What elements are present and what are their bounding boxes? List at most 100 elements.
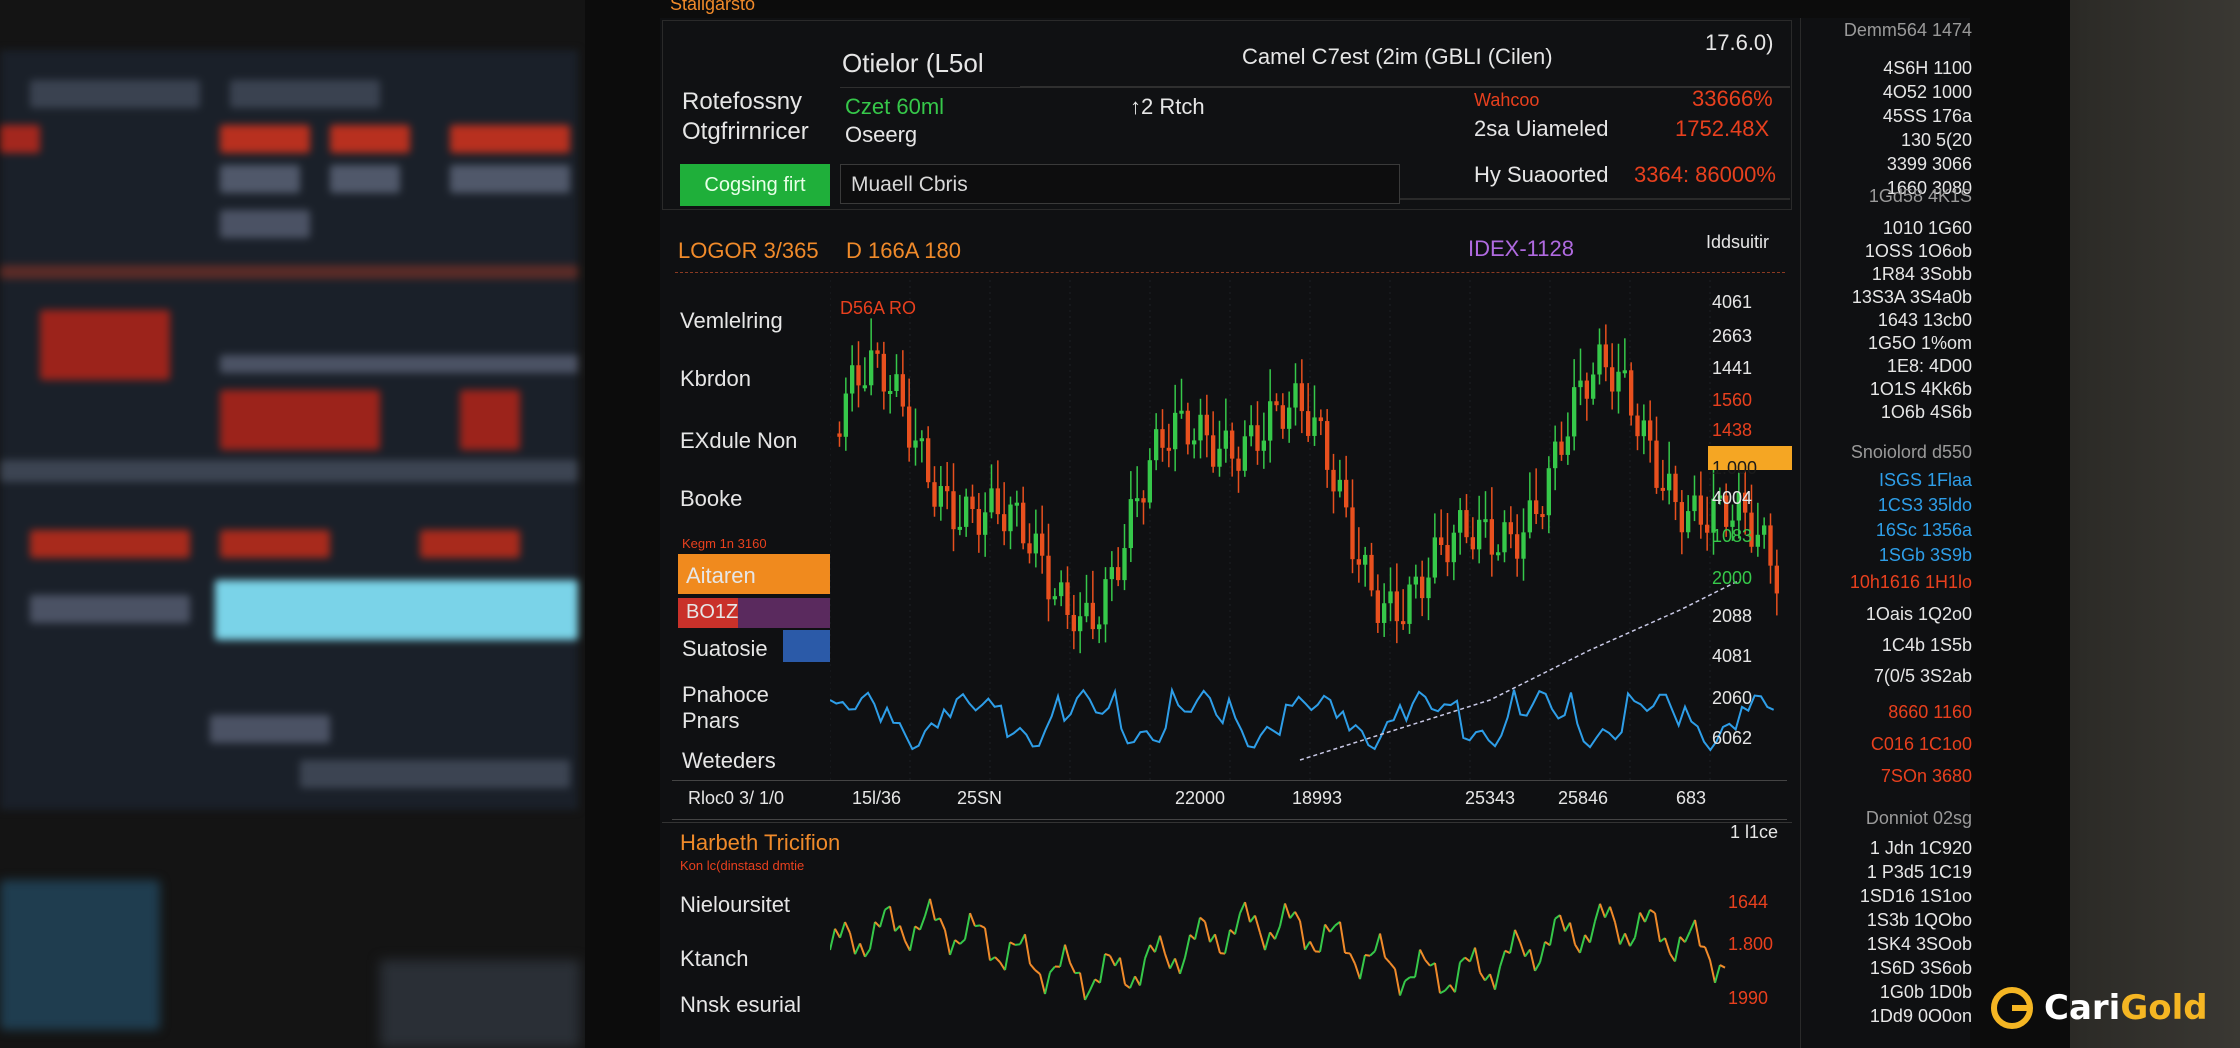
indicator-segment <box>1329 924 1336 933</box>
candle-body <box>1673 473 1678 503</box>
indicator-segment <box>1349 953 1356 965</box>
action-button[interactable]: Cogsing firt <box>680 164 830 206</box>
indicator-chart[interactable] <box>830 870 1730 1020</box>
side-menu-item[interactable]: Booke <box>680 486 742 512</box>
candle-body <box>1040 533 1045 556</box>
candle-body <box>1692 495 1697 512</box>
indicator-segment <box>1424 959 1431 967</box>
indicator-segment <box>1519 941 1526 957</box>
indicator-segment <box>1514 929 1521 943</box>
side-menu-item[interactable]: Kbrdon <box>680 366 751 392</box>
indicator-segment <box>1674 936 1681 962</box>
side-menu-item[interactable]: Pnars <box>682 708 739 734</box>
color-swatch <box>783 630 830 662</box>
indicator-item[interactable]: Nieloursitet <box>680 892 790 918</box>
indicator-segment <box>1489 973 1496 990</box>
indicator-segment <box>909 926 916 951</box>
candle-body <box>989 488 994 513</box>
time-axis-label: 25343 <box>1465 788 1516 808</box>
candle-body <box>1103 579 1108 625</box>
order-book-row: 1643 13cb0 <box>1877 310 1972 330</box>
candle-body <box>1432 537 1437 578</box>
candle-body <box>1185 410 1190 445</box>
indicator-segment <box>1609 906 1616 923</box>
order-book-row: 1G5O 1%om <box>1867 333 1972 353</box>
indicator-segment <box>1149 944 1156 953</box>
side-menu-item[interactable]: EXdule Non <box>680 428 797 454</box>
candle-body <box>1211 435 1216 467</box>
indicator-segment <box>1164 953 1171 969</box>
candle-body <box>1230 430 1235 459</box>
indicator-segment <box>944 929 951 956</box>
candle-body <box>1192 440 1197 445</box>
side-menu-item[interactable]: Vemlelring <box>680 308 783 334</box>
side-menu-item[interactable]: Suatosie <box>682 636 768 662</box>
candle-body <box>1616 371 1621 392</box>
indicator-segment <box>1689 919 1696 932</box>
candle-body <box>1527 500 1532 533</box>
order-book-row: Donniot 02sg <box>1865 808 1972 828</box>
indicator-segment <box>1369 950 1376 957</box>
price-axis-label: 1441 <box>1712 358 1753 378</box>
time-axis-label: 18993 <box>1292 788 1343 808</box>
indicator-segment <box>1634 912 1641 938</box>
indicator-segment <box>1199 916 1206 923</box>
candle-body <box>1458 510 1463 533</box>
candle-body <box>964 496 969 527</box>
indicator-segment <box>1434 962 1441 994</box>
candle-body <box>856 365 861 386</box>
indicator-segment <box>889 906 896 932</box>
indicator-segment <box>1244 901 1251 923</box>
side-menu-item[interactable]: Weteders <box>682 748 776 774</box>
indicator-segment <box>1239 901 1246 914</box>
candle-body <box>1021 502 1026 544</box>
candle-body <box>1553 441 1558 469</box>
candle-body <box>894 374 899 391</box>
order-book-row: 10h1616 1H1lo <box>1849 572 1972 592</box>
order-book-row: 1S6D 3S6ob <box>1869 958 1972 978</box>
time-axis-label: 25846 <box>1558 788 1609 808</box>
order-book-row: 1Gd58 4K1S <box>1868 186 1972 206</box>
indicator-segment <box>1209 933 1216 943</box>
candle-body <box>1059 582 1064 597</box>
indicator-top-value: 1 l1ce <box>1730 822 1779 842</box>
indicator-item[interactable]: Ktanch <box>680 946 749 972</box>
candlestick-chart[interactable] <box>830 280 1780 780</box>
indicator-segment <box>1459 956 1466 964</box>
indicator-segment <box>899 925 906 942</box>
search-input[interactable]: Muaell Cbris <box>840 164 1400 204</box>
indicator-segment <box>1364 954 1371 957</box>
candle-body <box>926 438 931 483</box>
candle-body <box>938 486 943 507</box>
indicator-segment <box>839 921 846 939</box>
indicator-segment <box>1289 911 1296 919</box>
candle-body <box>1648 420 1653 441</box>
indicator-segment <box>1694 919 1701 947</box>
order-book-row: 7SOn 3680 <box>1880 766 1972 786</box>
order-book-row: ISGS 1Flaa <box>1878 470 1972 490</box>
candle-body <box>1413 576 1418 585</box>
indicator-segment <box>1704 946 1711 961</box>
price-change: ↑2 Rtch <box>1130 94 1205 119</box>
candle-body <box>919 438 924 442</box>
candle-body <box>1027 543 1032 554</box>
trend-line <box>1299 579 1741 761</box>
side-menu-highlight-orange[interactable]: Aitaren <box>678 554 830 594</box>
candle-body <box>1325 421 1330 470</box>
indicator-segment <box>1044 972 1051 995</box>
indicator-segment <box>1154 935 1161 953</box>
order-book-row: 1CS3 35ldo <box>1877 495 1972 515</box>
candle-body <box>1287 407 1292 429</box>
candle-body <box>1356 559 1361 565</box>
indicator-item[interactable]: Nnsk esurial <box>680 992 801 1018</box>
indicator-segment <box>959 938 966 945</box>
candle-body <box>1223 430 1228 449</box>
candle-body <box>1584 380 1589 399</box>
side-menu-highlight-red[interactable]: BO1Z <box>678 598 830 628</box>
candle-body <box>843 393 848 437</box>
indicator-segment <box>1539 941 1546 963</box>
side-menu-item[interactable]: Pnahoce <box>682 682 769 708</box>
price-axis-label: 1.000 <box>1712 458 1758 478</box>
candle-body <box>1445 545 1450 563</box>
time-axis-bar <box>672 780 1787 820</box>
